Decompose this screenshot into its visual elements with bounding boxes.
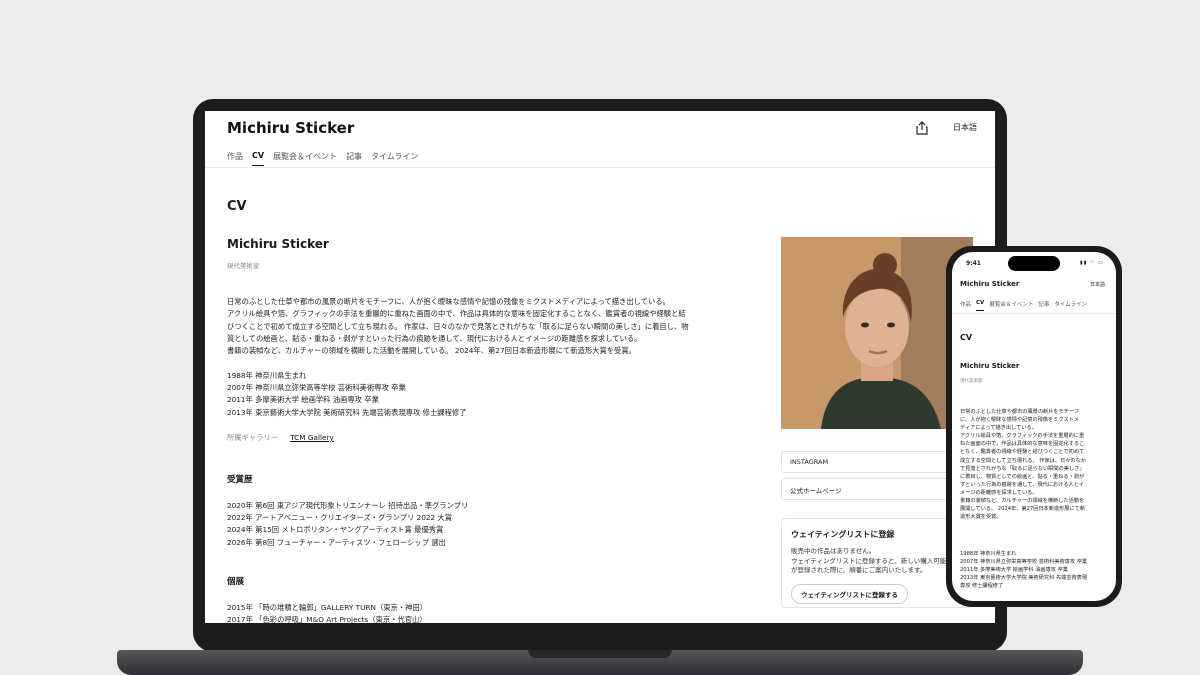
waitlist-text: 販売中の作品はありません。 ウェイティングリストに登録すると、新しい購入可能 が… [791, 547, 963, 576]
mobile-page-title: CV [960, 333, 973, 342]
mobile-divider [952, 313, 1116, 314]
mobile-artist-name: Michiru Sticker [960, 362, 1020, 370]
bio-line: 書籍の装幀など、カルチャーの領域を横断した活動を展開している。 2024年、第2… [227, 346, 636, 356]
artist-role: 現代美術家 [227, 262, 260, 270]
mobile-bio-line: に着目し、物質としての絵画と、貼る・重ねる・剥が [960, 473, 1085, 480]
nav-item-exhibitions[interactable]: 展覧会＆イベント [273, 151, 337, 166]
timeline-item: 2013年 東京藝術大学大学院 美術研究科 先端芸術表現専攻 修士課程修了 [227, 407, 467, 417]
exhibition-item: 2017年 「色彩の呼吸」M&O Art Projects（東京・代官山） [227, 615, 427, 623]
waitlist-card: ウェイティングリストに登録 販売中の作品はありません。 ウェイティングリストに登… [781, 518, 973, 608]
mobile-artist-bio: 日常のふとした仕草や都市の風景の断片をモチーフ に、人が抱く曖昧な感情や記憶の残… [960, 408, 1110, 521]
education-timeline: 1988年 神奈川県生まれ 2007年 神奈川県立弥栄高等学校 芸術科美術専攻 … [227, 370, 466, 419]
mobile-bio-line: メージの距離感を探求している。 [960, 489, 1038, 496]
waitlist-text-line: ウェイティングリストに登録すると、新しい購入可能 [791, 556, 947, 565]
phone-screen: 9:41 ▮▮ ◠ ▭ Michiru Sticker 日本語 作品 CV 展覧… [952, 252, 1116, 601]
nav-item-timeline[interactable]: タイムライン [371, 151, 418, 166]
mobile-nav-item-cv[interactable]: CV [976, 300, 985, 311]
mobile-nav-item-articles[interactable]: 記事 [1038, 300, 1049, 311]
mobile-bio-line: すといった行為の痕跡を通して、現代における人とイ [960, 481, 1085, 488]
mobile-bio-line: となく、鑑賞者の視線や経験と結びつくことで初めて [960, 449, 1085, 456]
mobile-bio-line: 成立する空間として立ち現れる。 作家は、日々のなか [960, 457, 1086, 464]
mobile-timeline-item: 1988年 神奈川県生まれ [960, 551, 1017, 557]
waitlist-text-line: が登録された際に、順番にご案内いたします。 [791, 566, 927, 574]
artist-bio: 日常のふとした仕草や都市の風景の断片をモチーフに、人が抱く曖昧な感情や記憶の残像… [227, 296, 717, 357]
artist-name: Michiru Sticker [227, 237, 329, 251]
gallery-link[interactable]: TCM Gallery [290, 433, 334, 443]
mobile-bio-line: ねた画面の中で、作品は具体的な意味を固定化するこ [960, 441, 1085, 448]
official-site-link[interactable]: 公式ホームページ [781, 478, 973, 500]
mobile-timeline-item: 2011年 多摩美術大学 絵画学科 油画専攻 卒業 [960, 567, 1068, 574]
laptop-screen: Michiru Sticker 日本語 作品 CV 展覧会＆イベント 記事 タイ… [205, 111, 995, 623]
award-item: 2024年 第15回 メトロポリタン・ヤングアーティスト賞 最優秀賞 [227, 525, 444, 535]
mobile-nav-item-works[interactable]: 作品 [960, 300, 971, 311]
award-item: 2026年 第8回 フューチャー・アーティスツ・フェローシップ 選出 [227, 537, 446, 547]
mobile-language-switch[interactable]: 日本語 [1090, 281, 1105, 288]
mobile-nav: 作品 CV 展覧会＆イベント 記事 タイムライン [960, 300, 1087, 311]
solo-exhibitions-heading: 個展 [227, 577, 245, 587]
bio-line: 質としての絵画と、貼る・重ねる・剥がすといった行為の痕跡を通して、現代における人… [227, 333, 642, 343]
exhibition-item: 2015年 「時の堆積と輪郭」GALLERY TURN（東京・神田） [227, 603, 428, 612]
bio-line: 日常のふとした仕草や都市の風景の断片をモチーフに、人が抱く曖昧な感情や記憶の残像… [227, 297, 670, 306]
artist-portrait [781, 237, 973, 429]
mobile-nav-item-exhibitions[interactable]: 展覧会＆イベント [989, 300, 1033, 311]
solo-exhibitions-list: 2015年 「時の堆積と輪郭」GALLERY TURN（東京・神田） 2017年… [227, 602, 427, 623]
dynamic-island [1008, 256, 1060, 271]
site-header: Michiru Sticker 日本語 作品 CV 展覧会＆イベント 記事 タイ… [205, 111, 995, 168]
instagram-link[interactable]: INSTAGRAM [781, 451, 973, 473]
waitlist-text-line: 販売中の作品はありません。 [791, 547, 876, 555]
waitlist-button[interactable]: ウェイティングリストに登録する [791, 583, 908, 604]
bio-line: アクリル絵具や箔、グラフィックの手法を重層的に重ねた画面の中で、作品は具体的な意… [227, 309, 686, 319]
language-switch[interactable]: 日本語 [953, 122, 977, 133]
waitlist-title: ウェイティングリストに登録 [791, 530, 895, 539]
status-time: 9:41 [966, 260, 981, 267]
mobile-bio-line: に、人が抱く曖昧な感情や記憶の残像をミクストメ [960, 417, 1080, 424]
mobile-bio-line: 書籍の装幀など、カルチャーの領域を横断した活動を [960, 498, 1085, 505]
mobile-bio-line: 造形大賞を受賞。 [960, 514, 1002, 521]
mobile-education-timeline: 1988年 神奈川県生まれ 2007年 神奈川県立弥栄高等学校 芸術科美術専攻 … [960, 550, 1087, 590]
nav-item-cv[interactable]: CV [252, 151, 265, 166]
mobile-bio-line: ディアによって描き出している。 [960, 425, 1037, 432]
timeline-item: 2011年 多摩美術大学 絵画学科 油画専攻 卒業 [227, 395, 379, 405]
award-item: 2020年 第6回 東アジア現代形象トリエンナーレ 招待出品・準グランプリ [227, 501, 469, 510]
gallery-row: 所属ギャラリー TCM Gallery [227, 433, 334, 443]
mobile-timeline-item: 2013年 東京藝術大学大学院 美術研究科 先端芸術表現 [960, 575, 1088, 582]
gallery-label: 所属ギャラリー [227, 433, 279, 442]
award-item: 2022年 アートアベニュー・クリエイターズ・グランプリ 2022 大賞 [227, 513, 453, 523]
mobile-bio-line: 日常のふとした仕草や都市の風景の断片をモチーフ [960, 409, 1080, 415]
bio-line: びつくことで初めて成立する空間として立ち現れる。 作家は、日々のなかで見落とされ… [227, 321, 689, 331]
mobile-nav-item-timeline[interactable]: タイムライン [1054, 300, 1087, 311]
nav-item-works[interactable]: 作品 [227, 151, 243, 166]
nav-item-articles[interactable]: 記事 [346, 151, 362, 166]
mobile-artist-role: 現代美術家 [960, 379, 983, 384]
site-brand[interactable]: Michiru Sticker [227, 119, 354, 137]
main-nav: 作品 CV 展覧会＆イベント 記事 タイムライン [227, 151, 419, 166]
share-icon[interactable] [915, 121, 929, 135]
laptop-notch [528, 650, 672, 658]
mobile-bio-line: で見落とされがちな「取るに足らない瞬間の美しさ」 [960, 465, 1085, 472]
awards-heading: 受賞歴 [227, 475, 253, 485]
mobile-bio-line: 展開している。 2024年、第27回日本新造形展にて新 [960, 506, 1086, 513]
timeline-item: 2007年 神奈川県立弥栄高等学校 芸術科美術専攻 卒業 [227, 383, 406, 393]
mobile-timeline-item: 2007年 神奈川県立弥栄高等学校 芸術科美術専攻 卒業 [960, 559, 1088, 566]
mobile-site-brand[interactable]: Michiru Sticker [960, 280, 1019, 288]
timeline-item: 1988年 神奈川県生まれ [227, 371, 307, 380]
status-icons: ▮▮ ◠ ▭ [1080, 260, 1104, 266]
mobile-bio-line: アクリル絵具や箔、グラフィックの手法を重層的に重 [960, 433, 1085, 440]
awards-list: 2020年 第6回 東アジア現代形象トリエンナーレ 招待出品・準グランプリ 20… [227, 500, 468, 549]
mobile-timeline-item: 専攻 修士課程修了 [960, 583, 1004, 590]
page-title: CV [227, 199, 247, 214]
